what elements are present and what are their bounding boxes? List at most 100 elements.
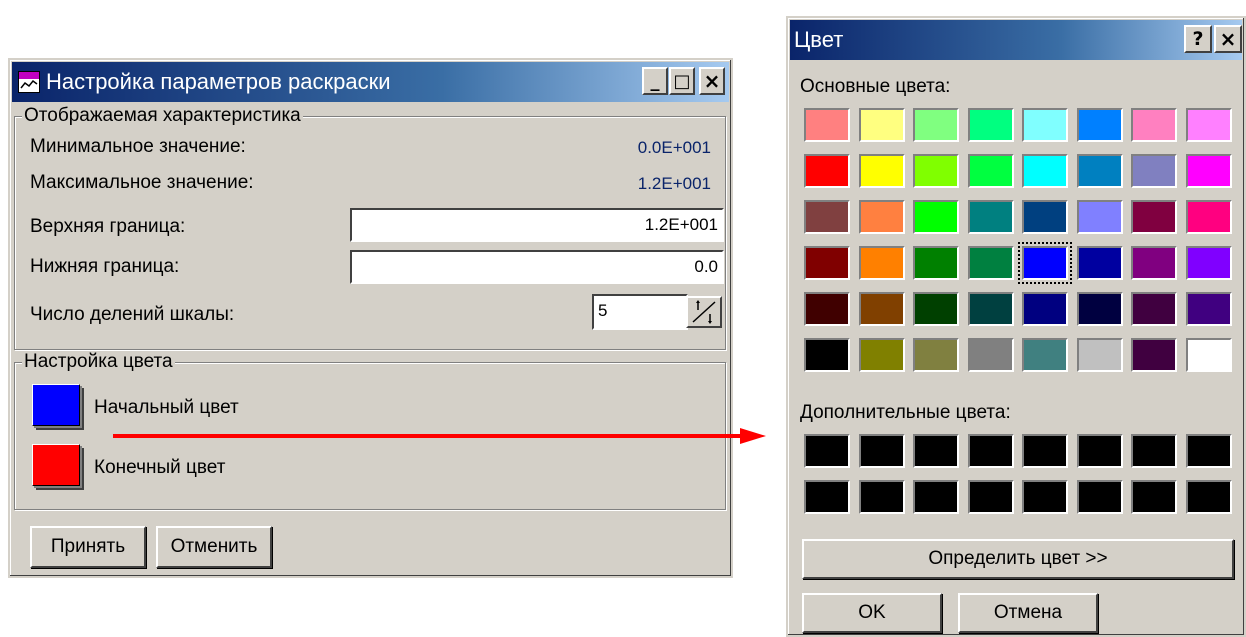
min-value-label: Минимальное значение: <box>30 136 246 157</box>
color-dialog-titlebar[interactable]: Цвет <box>790 20 1242 60</box>
divisions-label: Число делений шкалы: <box>30 304 235 325</box>
basic-color-swatch[interactable] <box>913 246 959 280</box>
end-color-swatch[interactable] <box>32 444 80 486</box>
custom-color-swatch[interactable] <box>1076 480 1123 514</box>
basic-colors-grid <box>804 108 1244 388</box>
custom-color-swatch[interactable] <box>913 434 959 468</box>
basic-color-swatch[interactable] <box>804 246 850 280</box>
basic-color-swatch[interactable] <box>967 154 1014 188</box>
custom-color-swatch[interactable] <box>967 434 1014 468</box>
upper-bound-input[interactable]: 1.2E+001 <box>350 208 724 242</box>
basic-color-swatch[interactable] <box>1131 154 1177 188</box>
basic-color-swatch[interactable] <box>1185 246 1232 280</box>
upper-bound-label: Верхняя граница: <box>30 216 186 237</box>
max-value: 1.2E+001 <box>637 174 711 193</box>
basic-color-swatch[interactable] <box>1076 200 1123 234</box>
divisions-spinner-button[interactable] <box>686 296 722 328</box>
basic-color-swatch[interactable] <box>804 108 850 142</box>
basic-color-swatch[interactable] <box>1185 292 1232 326</box>
custom-color-swatch[interactable] <box>1185 434 1232 468</box>
basic-color-swatch[interactable] <box>858 292 905 326</box>
basic-color-swatch[interactable] <box>967 200 1014 234</box>
accept-button[interactable]: Принять <box>30 526 146 568</box>
start-color-label: Начальный цвет <box>94 397 239 418</box>
max-value-label: Максимальное значение: <box>30 172 254 193</box>
basic-color-swatch[interactable] <box>858 338 905 372</box>
end-color-label: Конечный цвет <box>94 457 226 478</box>
minimize-button[interactable]: _ <box>642 67 668 95</box>
app-icon <box>18 71 40 93</box>
basic-color-swatch[interactable] <box>1185 108 1232 142</box>
custom-color-swatch[interactable] <box>1022 434 1068 468</box>
settings-titlebar[interactable]: Настройка параметров раскраски <box>12 62 729 102</box>
custom-color-swatch[interactable] <box>967 480 1014 514</box>
basic-color-swatch[interactable] <box>1185 154 1232 188</box>
close-button[interactable]: × <box>699 67 725 95</box>
basic-color-swatch[interactable] <box>1131 338 1177 372</box>
custom-color-swatch[interactable] <box>1131 480 1177 514</box>
basic-color-swatch[interactable] <box>804 154 850 188</box>
spin-arrows-icon <box>692 300 716 324</box>
basic-color-swatch[interactable] <box>1185 338 1232 372</box>
basic-color-swatch[interactable] <box>913 108 959 142</box>
basic-color-swatch[interactable] <box>1076 246 1123 280</box>
basic-color-swatch[interactable] <box>913 154 959 188</box>
characteristic-legend: Отображаемая характеристика <box>22 105 303 126</box>
divisions-input[interactable]: 5 <box>592 294 688 330</box>
custom-color-swatch[interactable] <box>804 434 850 468</box>
custom-color-swatch[interactable] <box>1022 480 1068 514</box>
basic-color-swatch[interactable] <box>1131 108 1177 142</box>
basic-colors-label: Основные цвета: <box>800 76 951 97</box>
basic-color-swatch[interactable] <box>967 292 1014 326</box>
cancel-button[interactable]: Отменить <box>156 526 272 568</box>
custom-color-swatch[interactable] <box>858 480 905 514</box>
basic-color-swatch[interactable] <box>804 200 850 234</box>
basic-color-swatch[interactable] <box>1131 246 1177 280</box>
custom-color-swatch[interactable] <box>804 480 850 514</box>
maximize-button[interactable]: □ <box>669 67 695 95</box>
ok-button[interactable]: OK <box>802 593 942 633</box>
basic-color-swatch[interactable] <box>1131 292 1177 326</box>
basic-color-swatch[interactable] <box>858 154 905 188</box>
basic-color-swatch[interactable] <box>1185 200 1232 234</box>
basic-color-swatch[interactable] <box>858 246 905 280</box>
lower-bound-input[interactable]: 0.0 <box>350 250 724 284</box>
basic-color-swatch[interactable] <box>967 108 1014 142</box>
basic-color-swatch[interactable] <box>1022 200 1068 234</box>
basic-color-swatch[interactable] <box>858 200 905 234</box>
basic-color-swatch[interactable] <box>858 108 905 142</box>
custom-color-swatch[interactable] <box>1076 434 1123 468</box>
basic-color-swatch[interactable] <box>1076 154 1123 188</box>
basic-color-swatch[interactable] <box>1076 108 1123 142</box>
basic-color-swatch[interactable] <box>1022 154 1068 188</box>
custom-color-swatch[interactable] <box>1185 480 1232 514</box>
basic-color-swatch[interactable] <box>1018 242 1072 284</box>
basic-color-swatch[interactable] <box>913 338 959 372</box>
min-value: 0.0E+001 <box>637 138 711 157</box>
basic-color-swatch[interactable] <box>1022 292 1068 326</box>
start-color-swatch[interactable] <box>32 384 80 426</box>
dialog-cancel-button[interactable]: Отмена <box>958 593 1098 633</box>
define-color-button[interactable]: Определить цвет >> <box>802 539 1234 579</box>
basic-color-swatch[interactable] <box>913 292 959 326</box>
basic-color-swatch[interactable] <box>1022 338 1068 372</box>
custom-color-swatch[interactable] <box>913 480 959 514</box>
custom-colors-label: Дополнительные цвета: <box>800 402 1011 423</box>
color-group <box>14 362 726 510</box>
basic-color-swatch[interactable] <box>1022 108 1068 142</box>
basic-color-swatch[interactable] <box>967 246 1014 280</box>
basic-color-swatch[interactable] <box>967 338 1014 372</box>
color-dialog: Цвет ? × Основные цвета: Дополнительные … <box>786 16 1246 637</box>
basic-color-swatch[interactable] <box>1076 338 1123 372</box>
basic-color-swatch[interactable] <box>913 200 959 234</box>
basic-color-swatch[interactable] <box>1076 292 1123 326</box>
help-button[interactable]: ? <box>1184 25 1212 53</box>
basic-color-swatch[interactable] <box>1131 200 1177 234</box>
basic-color-swatch[interactable] <box>804 292 850 326</box>
custom-color-swatch[interactable] <box>1131 434 1177 468</box>
settings-window: Настройка параметров раскраски _ □ × Ото… <box>8 58 733 578</box>
dialog-close-button[interactable]: × <box>1214 25 1242 53</box>
color-dialog-title: Цвет <box>794 27 844 52</box>
custom-color-swatch[interactable] <box>858 434 905 468</box>
basic-color-swatch[interactable] <box>804 338 850 372</box>
